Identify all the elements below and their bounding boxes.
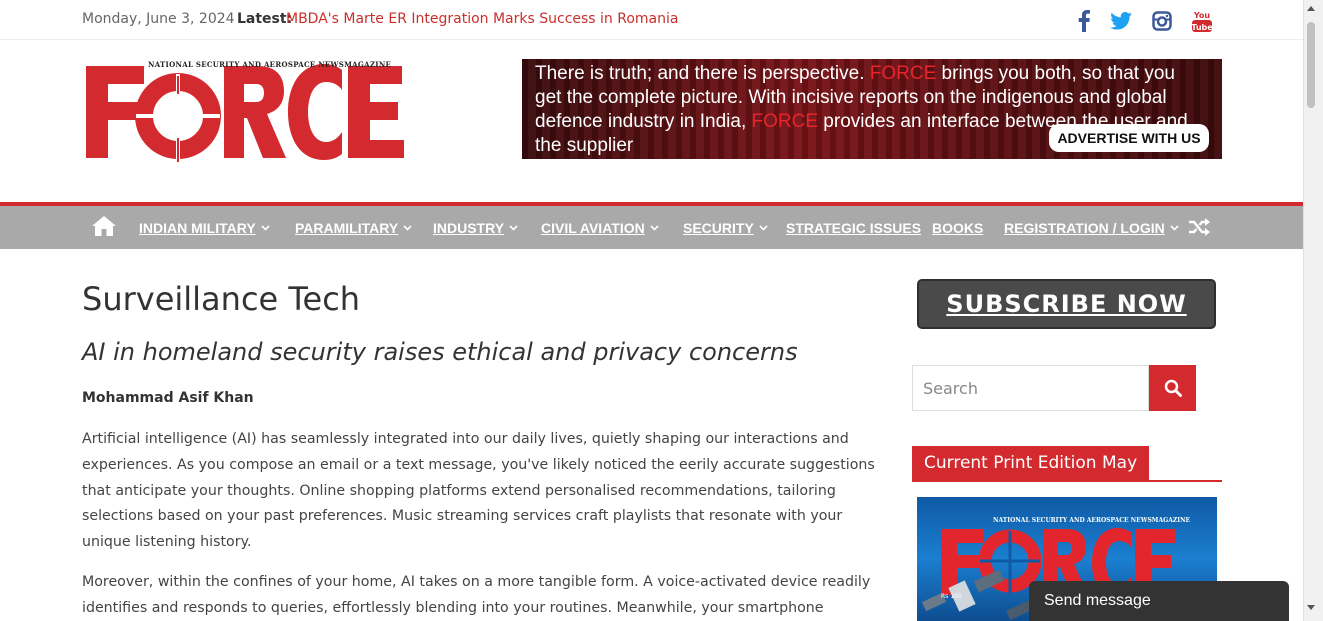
chevron-down-icon [650,225,659,231]
search-icon [1164,379,1182,397]
nav-item-registration-login[interactable]: REGISTRATION / LOGIN [1004,220,1179,236]
nav-item-civil-aviation[interactable]: CIVIL AVIATION [541,220,659,236]
shuffle-icon[interactable] [1188,218,1210,240]
svg-text:You: You [1193,11,1211,20]
nav-item-label: INDUSTRY [433,220,505,236]
scroll-up-arrow-icon[interactable] [1307,6,1315,11]
latest-label: Latest: [237,11,293,27]
nav-item-books[interactable]: BOOKS [932,220,983,236]
advertise-with-us-button[interactable]: ADVERTISE WITH US [1049,124,1209,152]
article-subtitle: AI in homeland security raises ethical a… [82,338,798,366]
nav-item-industry[interactable]: INDUSTRY [433,220,518,236]
article-author: Mohammad Asif Khan [82,390,254,406]
nav-item-label: SECURITY [683,220,754,236]
nav-item-label: INDIAN MILITARY [139,220,256,236]
nav-item-indian-military[interactable]: INDIAN MILITARY [139,220,270,236]
nav-item-strategic-issues[interactable]: STRATEGIC ISSUES [786,220,921,236]
subscribe-now-button[interactable]: SUBSCRIBE NOW [917,279,1216,329]
svg-text:Tube: Tube [1191,23,1213,32]
chevron-down-icon [1170,225,1179,231]
force-logo[interactable]: NATIONAL SECURITY AND AEROSPACE NEWSMAGA… [86,58,406,166]
logo-tagline: NATIONAL SECURITY AND AEROSPACE NEWSMAGA… [148,60,392,69]
scrollbar-thumb[interactable] [1307,22,1315,108]
twitter-icon[interactable] [1108,8,1134,34]
chevron-down-icon [261,225,270,231]
nav-item-label: PARAMILITARY [295,220,399,236]
instagram-icon[interactable] [1149,8,1175,34]
edition-heading-rule [912,480,1222,482]
chevron-down-icon [759,225,768,231]
logo-wordmark [86,64,404,164]
youtube-icon[interactable]: You Tube [1189,8,1215,34]
article-paragraph: Moreover, within the confines of your ho… [82,574,871,616]
facebook-icon[interactable] [1071,8,1097,34]
current-date: Monday, June 3, 2024 [82,11,235,27]
search-input[interactable] [912,365,1149,411]
cover-price: Rs 100 [941,593,962,600]
send-message-chat-button[interactable]: Send message [1029,581,1289,621]
top-bar: Monday, June 3, 2024 Latest: MBDA's Mart… [0,0,1303,40]
nav-item-paramilitary[interactable]: PARAMILITARY [295,220,412,236]
main-nav: INDIAN MILITARY PARAMILITARY INDUSTRY CIVIL… [0,202,1303,249]
nav-item-label: BOOKS [932,220,984,236]
nav-item-label: REGISTRATION / LOGIN [1004,220,1165,236]
current-edition-heading: Current Print Edition May [912,446,1150,480]
advertise-banner[interactable]: There is truth; and there is perspective… [522,59,1222,159]
satellite-image [921,569,1034,621]
page-title: Surveillance Tech [82,280,361,318]
nav-item-security[interactable]: SECURITY [683,220,768,236]
latest-headline-link[interactable]: MBDA's Marte ER Integration Marks Succes… [286,11,678,27]
chevron-down-icon [403,225,412,231]
article-paragraph: Artificial intelligence (AI) has seamles… [82,431,875,551]
scroll-down-arrow-icon[interactable] [1307,605,1315,610]
home-icon[interactable] [92,216,116,240]
page: Monday, June 3, 2024 Latest: MBDA's Mart… [0,0,1323,621]
chevron-down-icon [509,225,518,231]
nav-item-label: STRATEGIC ISSUES [786,220,922,236]
search-button[interactable] [1149,365,1196,411]
nav-item-label: CIVIL AVIATION [541,220,645,236]
